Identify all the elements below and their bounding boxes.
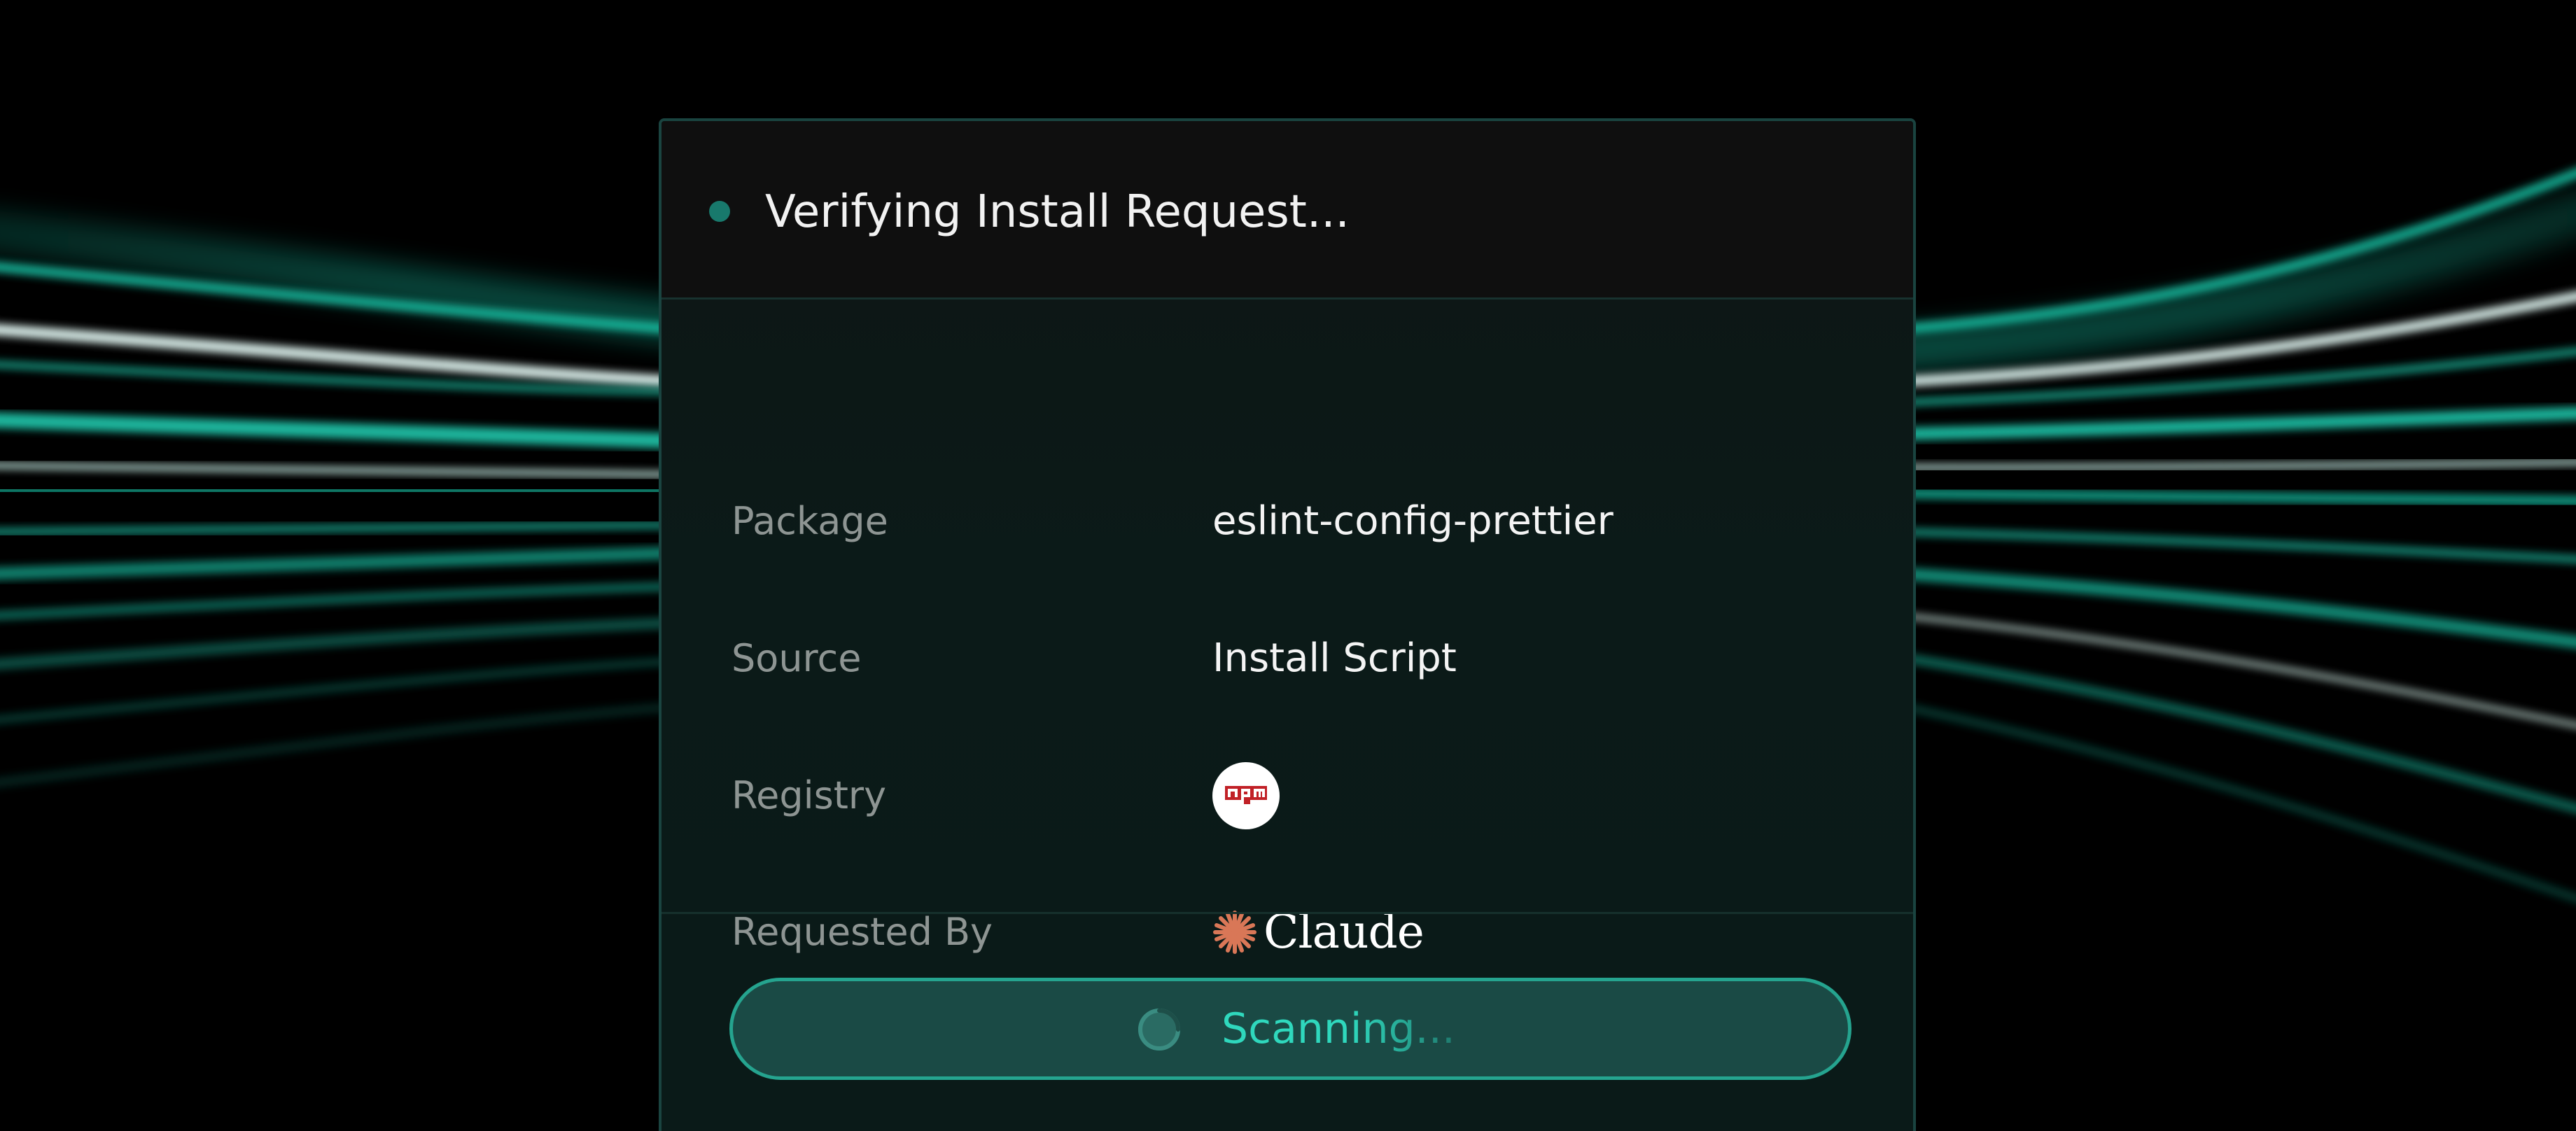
detail-row-package: Package eslint-config-prettier: [662, 479, 1913, 563]
section-divider: [662, 912, 1913, 914]
npm-logo-graphic: [1225, 786, 1267, 804]
source-value: Install Script: [1212, 635, 1457, 681]
detail-label: Package: [732, 499, 888, 543]
claude-logo-icon: [1213, 911, 1256, 954]
detail-row-requested-by: Requested By Claude: [662, 890, 1913, 974]
spinner-icon: [1138, 1009, 1180, 1051]
scanning-button[interactable]: Scanning...: [729, 978, 1851, 1080]
detail-label: Registry: [732, 773, 887, 817]
detail-row-registry: Registry: [662, 754, 1913, 838]
package-name-value: eslint-config-prettier: [1212, 498, 1614, 544]
install-verification-dialog: Verifying Install Request... Package esl…: [659, 118, 1916, 1131]
requester-name: Claude: [1264, 905, 1424, 959]
npm-logo-icon: [1212, 762, 1280, 829]
status-dot-icon: [709, 201, 730, 222]
detail-label: Source: [732, 636, 862, 680]
detail-label: Requested By: [732, 910, 993, 954]
dialog-header: Verifying Install Request...: [662, 121, 1913, 300]
scanning-label: Scanning...: [1222, 981, 1455, 1076]
dialog-title: Verifying Install Request...: [765, 186, 1350, 238]
detail-row-source: Source Install Script: [662, 617, 1913, 701]
